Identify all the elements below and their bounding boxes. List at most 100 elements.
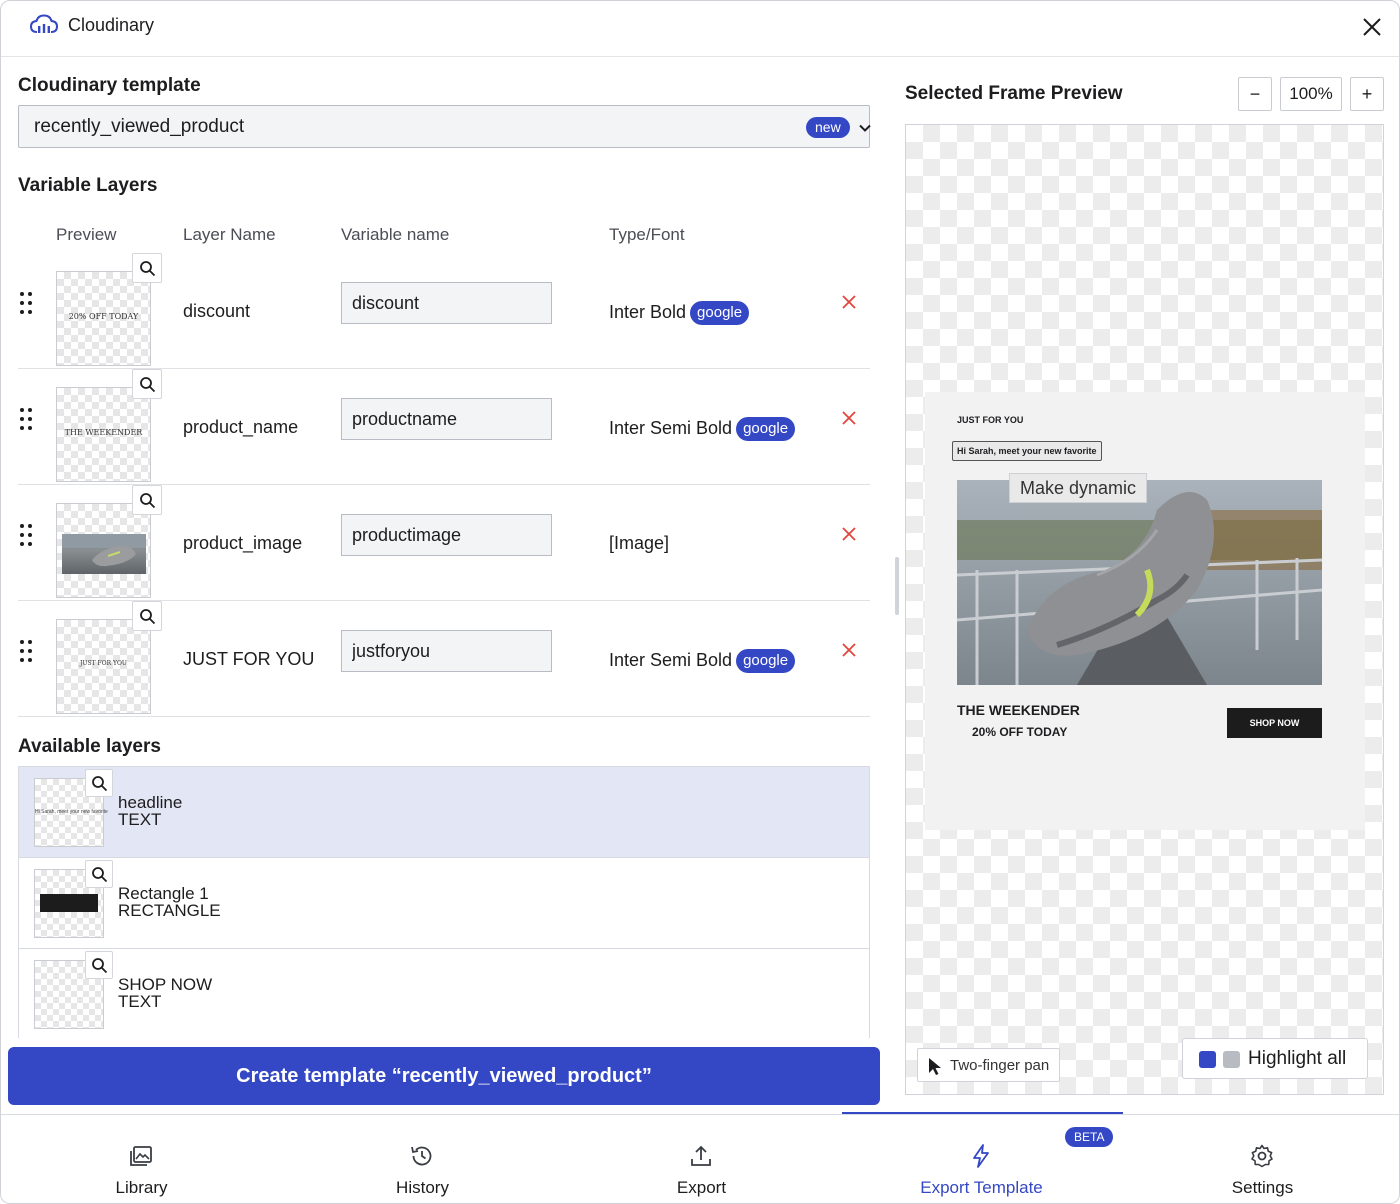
title-bar: Cloudinary — [1, 1, 1399, 57]
available-layer-type: TEXT — [118, 810, 162, 829]
preview-shop-now[interactable]: SHOP NOW — [1227, 708, 1322, 738]
available-layer-item[interactable]: SHOP NOW TEXT — [19, 949, 869, 1038]
available-layer-item[interactable]: Rectangle 1 RECTANGLE — [19, 858, 869, 949]
layer-name: product_image — [183, 533, 303, 553]
zoom-out-button[interactable]: − — [1238, 77, 1272, 111]
thumbnail-text: Hi Sarah, meet your new favorite — [35, 809, 108, 815]
drag-handle-icon[interactable] — [18, 523, 34, 547]
magnifier-icon — [140, 377, 156, 393]
pan-hint-label: Two-finger pan — [950, 1057, 1050, 1074]
close-icon[interactable] — [1358, 13, 1386, 41]
export-icon — [691, 1145, 711, 1166]
preview-title: Selected Frame Preview — [905, 83, 1123, 104]
thumbnail-text: 20% OFF TODAY — [68, 312, 139, 321]
frame-preview-card: JUST FOR YOU Hi Sarah, meet your new fav… — [925, 392, 1365, 830]
zoom-preview-button[interactable] — [132, 369, 162, 399]
font-name: Inter Bold — [609, 302, 687, 322]
remove-icon[interactable] — [839, 408, 859, 428]
new-badge: new — [806, 117, 850, 138]
nav-settings[interactable]: Settings — [1122, 1115, 1399, 1203]
zoom-preview-button[interactable] — [85, 769, 113, 797]
type-font: Inter Semi Bold google — [609, 649, 796, 673]
variable-name-input[interactable] — [341, 514, 552, 556]
nav-history[interactable]: History — [282, 1115, 563, 1203]
layer-name: JUST FOR YOU — [183, 649, 315, 669]
available-layer-type: TEXT — [118, 992, 162, 1011]
zoom-preview-button[interactable] — [132, 485, 162, 515]
type-font: Inter Semi Bold google — [609, 417, 796, 441]
layer-preview-thumbnail: 20% OFF TODAY — [56, 271, 151, 366]
app-window: Cloudinary Cloudinary template recently_… — [0, 0, 1400, 1204]
magnifier-icon — [92, 776, 108, 792]
rectangle-thumbnail — [40, 894, 98, 912]
sneaker-photo-icon — [957, 480, 1322, 685]
google-badge: google — [736, 649, 796, 673]
make-dynamic-button[interactable]: Make dynamic — [1009, 473, 1148, 503]
beta-badge: BETA — [1065, 1127, 1114, 1147]
remove-icon[interactable] — [839, 292, 859, 312]
preview-product-image[interactable] — [957, 480, 1322, 685]
library-icon — [130, 1146, 152, 1166]
drag-handle-icon[interactable] — [18, 639, 34, 663]
zoom-preview-button[interactable] — [132, 601, 162, 631]
variable-layer-row: JUST FOR YOU JUST FOR YOU Inter Semi Bol… — [18, 601, 870, 717]
magnifier-icon — [92, 867, 108, 883]
magnifier-icon — [140, 493, 156, 509]
create-template-button[interactable]: Create template “recently_viewed_product… — [8, 1047, 880, 1105]
column-header-preview: Preview — [56, 225, 117, 244]
nav-library[interactable]: Library — [1, 1115, 282, 1203]
available-layer-name: headline — [118, 793, 183, 812]
remove-icon[interactable] — [839, 524, 859, 544]
preview-discount[interactable]: 20% OFF TODAY — [972, 725, 1067, 739]
variable-name-input[interactable] — [341, 282, 552, 324]
available-layers-list[interactable]: Hi Sarah, meet your new favorite headlin… — [18, 766, 870, 1038]
google-badge: google — [690, 301, 750, 325]
drag-handle-icon[interactable] — [18, 407, 34, 431]
template-select[interactable]: recently_viewed_product new — [18, 105, 871, 148]
nav-settings-label: Settings — [1231, 1178, 1294, 1197]
google-badge: google — [736, 417, 796, 441]
preview-canvas[interactable]: JUST FOR YOU Hi Sarah, meet your new fav… — [905, 124, 1384, 1095]
drag-handle-icon[interactable] — [18, 291, 34, 315]
zoom-in-button[interactable]: + — [1350, 77, 1384, 111]
preview-just-for-you[interactable]: JUST FOR YOU — [957, 415, 1023, 425]
app-title: Cloudinary — [68, 15, 155, 35]
available-layer-item[interactable]: Hi Sarah, meet your new favorite headlin… — [19, 767, 869, 858]
zoom-level: 100% — [1280, 77, 1342, 111]
lightning-icon — [973, 1144, 989, 1168]
highlight-off-swatch — [1223, 1051, 1240, 1068]
variable-name-input[interactable] — [341, 398, 552, 440]
column-header-variable-name: Variable name — [341, 225, 450, 244]
available-layer-type: RECTANGLE — [118, 901, 221, 920]
template-select-value: recently_viewed_product — [34, 116, 245, 137]
variable-layer-row: THE WEEKENDER product_name Inter Semi Bo… — [18, 369, 870, 485]
cloudinary-logo-icon — [29, 14, 59, 33]
preview-product-name[interactable]: THE WEEKENDER — [957, 702, 1080, 718]
font-name: [Image] — [609, 533, 670, 553]
type-font: [Image] — [609, 533, 669, 554]
layer-name: discount — [183, 301, 251, 321]
zoom-preview-button[interactable] — [85, 860, 113, 888]
highlight-color-swatch — [1199, 1051, 1216, 1068]
variable-layers-title: Variable Layers — [18, 175, 158, 196]
gear-icon — [1251, 1144, 1273, 1168]
column-header-type-font: Type/Font — [609, 225, 685, 244]
panel-resize-handle[interactable] — [895, 557, 899, 615]
nav-export-template-label: Export Template — [920, 1178, 1043, 1197]
layer-preview-thumbnail: THE WEEKENDER — [56, 387, 151, 482]
highlight-all-toggle[interactable]: Highlight all — [1182, 1038, 1368, 1079]
layer-preview-thumbnail — [56, 503, 151, 598]
remove-icon[interactable] — [839, 640, 859, 660]
type-font: Inter Bold google — [609, 301, 750, 325]
cursor-icon — [929, 1058, 941, 1075]
pan-hint: Two-finger pan — [917, 1048, 1060, 1082]
variable-name-input[interactable] — [341, 630, 552, 672]
nav-export-label: Export — [676, 1178, 727, 1197]
zoom-preview-button[interactable] — [85, 951, 113, 979]
chevron-down-icon[interactable] — [856, 119, 874, 137]
variable-layer-row: product_image [Image] — [18, 485, 870, 601]
zoom-preview-button[interactable] — [132, 253, 162, 283]
preview-greeting[interactable]: Hi Sarah, meet your new favorite — [952, 441, 1102, 461]
nav-export[interactable]: Export — [561, 1115, 842, 1203]
nav-library-label: Library — [115, 1178, 168, 1197]
